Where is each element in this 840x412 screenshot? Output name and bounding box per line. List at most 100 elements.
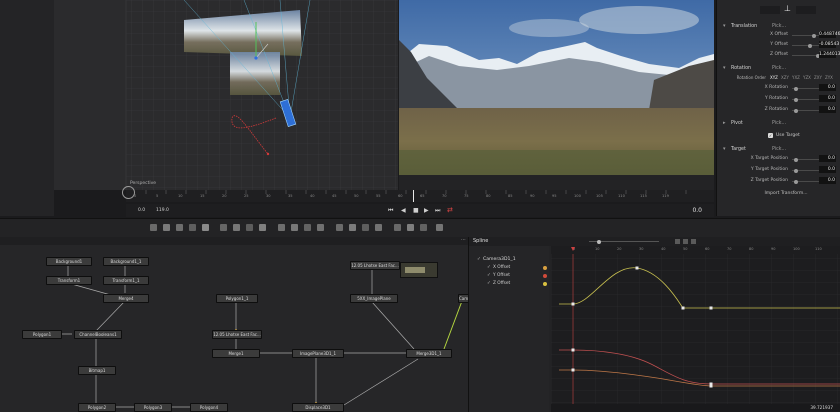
y-rotation-row[interactable]: Y Rotation 0.0 <box>720 95 840 104</box>
spline-tool-icon[interactable] <box>691 239 696 244</box>
node-shape-image-plane[interactable]: 5XX_ImagePlane <box>350 294 398 303</box>
channel-z[interactable]: Z Offset <box>493 281 510 286</box>
node-thumbnail[interactable] <box>400 262 438 278</box>
node-polygon1[interactable]: Polygon1 <box>22 330 62 339</box>
inspector-tab[interactable] <box>796 6 816 14</box>
pick-button[interactable]: Pick... <box>772 24 786 29</box>
node-camera-stub[interactable]: Cam <box>458 294 468 303</box>
loop-icon[interactable]: ⇄ <box>447 206 453 214</box>
spline-tool-icon[interactable] <box>683 239 688 244</box>
step-back-icon[interactable]: ◀ <box>401 207 406 214</box>
node-polygon4[interactable]: Polygon4 <box>190 403 228 412</box>
rotation-order-option[interactable]: YXZ <box>792 75 800 80</box>
rotation-order-option[interactable]: XZY <box>781 75 789 80</box>
z-offset-value[interactable]: 1.244013 <box>819 51 840 58</box>
x-rotation-row[interactable]: X Rotation 0.0 <box>720 84 840 93</box>
y-rotation-value[interactable]: 0.0 <box>819 95 836 102</box>
channel-check-icon[interactable]: ✓ <box>487 281 491 286</box>
node-transform1-1[interactable]: Transform1_1 <box>103 276 149 285</box>
x-offset-value[interactable]: 0.448746 <box>819 31 840 38</box>
z-target-row[interactable]: Z Target Position 0.0 <box>720 177 840 186</box>
use-target-row[interactable]: ✓ Use Target <box>720 132 840 140</box>
tool-3d-icon[interactable] <box>278 224 285 231</box>
z-rotation-row[interactable]: Z Rotation 0.0 <box>720 106 840 115</box>
tool-pen-icon[interactable] <box>202 224 209 231</box>
rotation-order-option[interactable]: ZXY <box>814 75 822 80</box>
x-offset-row[interactable]: X Offset 0.448746 <box>720 31 840 40</box>
channel-y[interactable]: Y Offset <box>493 273 510 278</box>
tool-shape-icon[interactable] <box>336 224 343 231</box>
node-merge1[interactable]: Merge1 <box>212 349 260 358</box>
node-displace[interactable]: Displace3D1 <box>292 403 344 412</box>
node-editor[interactable]: Background1 Background1_1 Transform1 Tra… <box>0 237 468 412</box>
go-end-icon[interactable]: ⏭ <box>435 207 440 215</box>
rotation-order-option[interactable]: XYZ <box>770 75 778 80</box>
node-transform1[interactable]: Transform1 <box>46 276 92 285</box>
rotation-order-option[interactable]: ZYX <box>825 75 833 80</box>
tool-blur-icon[interactable] <box>246 224 253 231</box>
rotation-order-option[interactable]: YZX <box>803 75 811 80</box>
node-merge3d[interactable]: Merge3D1_1 <box>406 349 452 358</box>
inspector-tab[interactable] <box>760 6 780 14</box>
tool-plane-icon[interactable] <box>189 224 196 231</box>
node-polygon3[interactable]: Polygon3 <box>134 403 172 412</box>
tool-camera-icon[interactable] <box>291 224 298 231</box>
rotation-section[interactable]: ▾ Rotation Pick... <box>720 64 840 74</box>
tool-keyer-icon[interactable] <box>407 224 414 231</box>
tool-mask-icon[interactable] <box>349 224 356 231</box>
channel-check-icon[interactable]: ✓ <box>487 273 491 278</box>
x-target-row[interactable]: X Target Position 0.0 <box>720 155 840 164</box>
node-image-plane[interactable]: ImagePlane3D1_1 <box>292 349 344 358</box>
pick-button[interactable]: Pick... <box>772 121 786 126</box>
spline-tool-icon[interactable] <box>675 239 680 244</box>
node-merge4[interactable]: Merge4 <box>103 294 149 303</box>
tool-grade-icon[interactable] <box>233 224 240 231</box>
zoom-slider[interactable] <box>589 239 659 244</box>
expand-arrow-icon[interactable]: ✓ <box>477 257 481 262</box>
node-polygon2[interactable]: Polygon2 <box>78 403 116 412</box>
tool-light-icon[interactable] <box>304 224 311 231</box>
z-offset-row[interactable]: Z Offset 1.244013 <box>720 51 840 60</box>
use-target-checkbox[interactable]: ✓ <box>768 133 773 138</box>
playhead-circle[interactable] <box>122 186 135 199</box>
node-background1-1[interactable]: Background1_1 <box>103 257 149 266</box>
pick-button[interactable]: Pick... <box>772 147 786 152</box>
tool-warp-icon[interactable] <box>375 224 382 231</box>
import-transform-button[interactable]: Import Transform... <box>744 190 828 198</box>
node-channel-booleans[interactable]: ChannelBooleans1 <box>74 330 122 339</box>
tool-drop-icon[interactable] <box>259 224 266 231</box>
tool-text-icon[interactable] <box>176 224 183 231</box>
pick-button[interactable]: Pick... <box>772 66 786 71</box>
time-ruler[interactable]: 0 5 10 15 20 25 30 35 40 45 50 55 60 65 … <box>126 190 714 202</box>
node-bitmap1[interactable]: Bitmap1 <box>78 366 116 375</box>
node-background1[interactable]: Background1 <box>46 257 92 266</box>
transform-tab-icon[interactable]: ⊥ <box>784 4 791 13</box>
go-start-icon[interactable]: ⏮ <box>388 207 393 215</box>
tree-root[interactable]: Camera3D1_1 <box>483 257 516 262</box>
node-polygon1-1[interactable]: Polygon1_1 <box>216 294 258 303</box>
y-offset-row[interactable]: Y Offset -0.08543 <box>720 41 840 50</box>
expand-arrow-icon[interactable]: ▾ <box>723 65 726 71</box>
stop-icon[interactable]: ■ <box>413 207 419 214</box>
node-media-in-2[interactable]: 12.05 Lhotse East Fac... <box>212 330 262 339</box>
time-start[interactable]: 0.0 <box>138 208 145 213</box>
node-media-in-1[interactable]: 12.05 Lhotse East Fac... <box>350 261 400 270</box>
play-icon[interactable]: ▶ <box>424 207 429 214</box>
expand-arrow-icon[interactable]: ▸ <box>723 120 726 126</box>
x-rotation-value[interactable]: 0.0 <box>819 84 836 91</box>
x-target-value[interactable]: 0.0 <box>819 155 836 162</box>
time-end[interactable]: 119.0 <box>156 208 169 213</box>
time-current[interactable]: 0.0 <box>692 207 702 214</box>
y-target-row[interactable]: Y Target Position 0.0 <box>720 166 840 175</box>
tool-settings-icon[interactable] <box>436 224 443 231</box>
tool-misc-icon[interactable] <box>420 224 427 231</box>
tool-render-icon[interactable] <box>317 224 324 231</box>
pivot-section[interactable]: ▸ Pivot Pick... <box>720 119 840 129</box>
tool-tracker-icon[interactable] <box>362 224 369 231</box>
z-rotation-value[interactable]: 0.0 <box>819 106 836 113</box>
spline-graph[interactable]: 0 10 20 30 40 50 60 70 80 90 100 110 39.… <box>551 246 840 412</box>
y-offset-value[interactable]: -0.08543 <box>819 41 839 48</box>
target-section[interactable]: ▾ Target Pick... <box>720 145 840 155</box>
y-target-value[interactable]: 0.0 <box>819 166 836 173</box>
tool-merge-icon[interactable] <box>220 224 227 231</box>
